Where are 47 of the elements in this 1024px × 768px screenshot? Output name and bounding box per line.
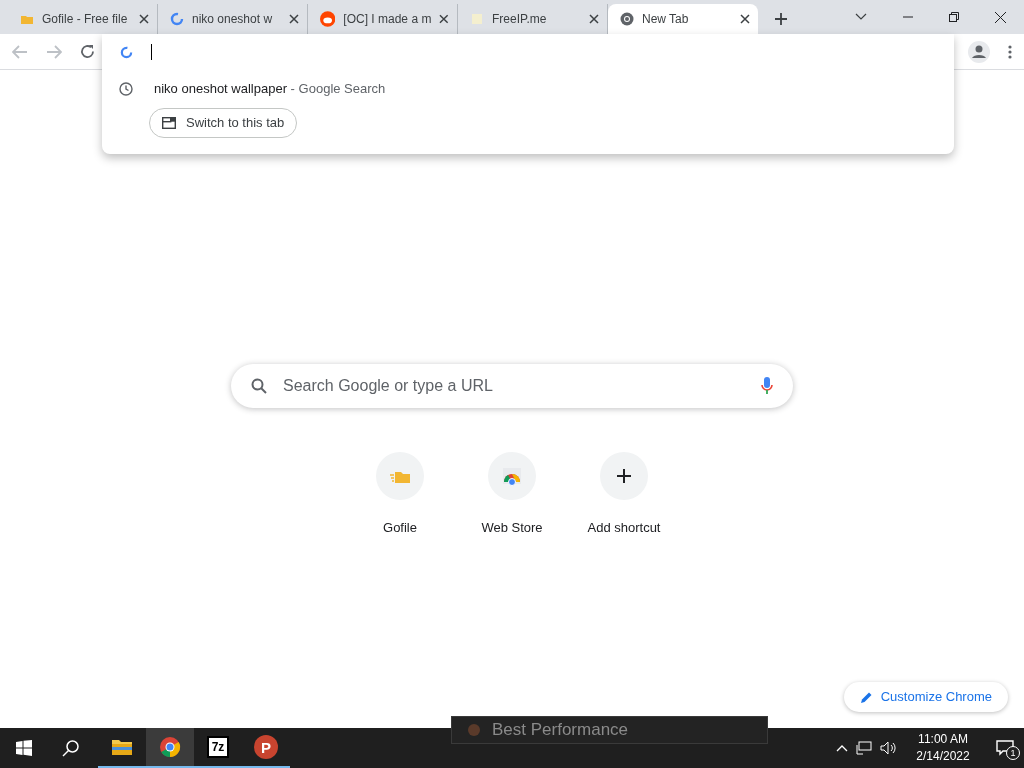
close-icon[interactable] — [139, 14, 149, 24]
taskbar-app[interactable]: 7z — [194, 728, 242, 768]
search-icon[interactable] — [62, 739, 80, 757]
notification-count: 1 — [1006, 746, 1020, 760]
suggestion-text: niko oneshot wallpaper - Google Search — [154, 80, 386, 99]
tab-window-icon — [162, 117, 176, 129]
app-logo: P — [254, 735, 278, 759]
window-title: Best Performance — [492, 719, 629, 742]
shortcut-tile[interactable]: Gofile — [344, 442, 456, 546]
shortcut-tile[interactable]: Web Store — [456, 442, 568, 546]
new-tab-icon[interactable] — [774, 12, 788, 26]
close-icon[interactable] — [995, 11, 1006, 23]
taskbar-app[interactable] — [146, 728, 194, 768]
search-icon — [251, 378, 267, 394]
windows-logo-icon[interactable] — [16, 740, 32, 756]
clock-icon — [119, 82, 133, 96]
reload-icon[interactable] — [80, 44, 95, 59]
chevron-down-icon[interactable] — [855, 13, 867, 21]
chevron-up-icon[interactable] — [836, 744, 848, 752]
browser-tab[interactable]: New Tab — [608, 4, 758, 34]
time-text: 11:00 AM — [918, 731, 968, 748]
microphone-icon[interactable] — [761, 377, 773, 395]
close-icon[interactable] — [289, 14, 299, 24]
shortcut-tile[interactable]: Add shortcut — [568, 442, 680, 546]
close-icon[interactable] — [439, 14, 449, 24]
chrome-icon — [620, 12, 634, 26]
taskbar-app[interactable]: P — [242, 728, 290, 768]
speaker-icon[interactable] — [880, 741, 898, 755]
notification-icon[interactable] — [996, 740, 1014, 756]
close-icon[interactable] — [589, 14, 599, 24]
customize-button[interactable]: Customize Chrome — [843, 682, 1008, 712]
chrome-icon — [159, 736, 181, 758]
pencil-icon — [859, 690, 873, 704]
profile-icon[interactable] — [968, 40, 990, 63]
close-icon[interactable] — [740, 14, 750, 24]
date-text: 2/14/2022 — [916, 748, 970, 765]
app-icon — [468, 724, 480, 736]
search-field[interactable]: Search Google or type a URL — [283, 374, 745, 398]
folder-icon — [20, 13, 34, 25]
app-logo: 7z — [207, 736, 229, 758]
suggestion-row[interactable]: niko oneshot wallpaper - Google Search — [102, 70, 954, 108]
more-menu-icon[interactable] — [1008, 44, 1012, 59]
clock[interactable]: 11:00 AM 2/14/2022 — [908, 731, 978, 765]
restore-icon[interactable] — [949, 12, 959, 22]
plus-icon — [616, 468, 632, 484]
folder-icon — [111, 738, 133, 756]
network-icon[interactable] — [856, 741, 872, 755]
